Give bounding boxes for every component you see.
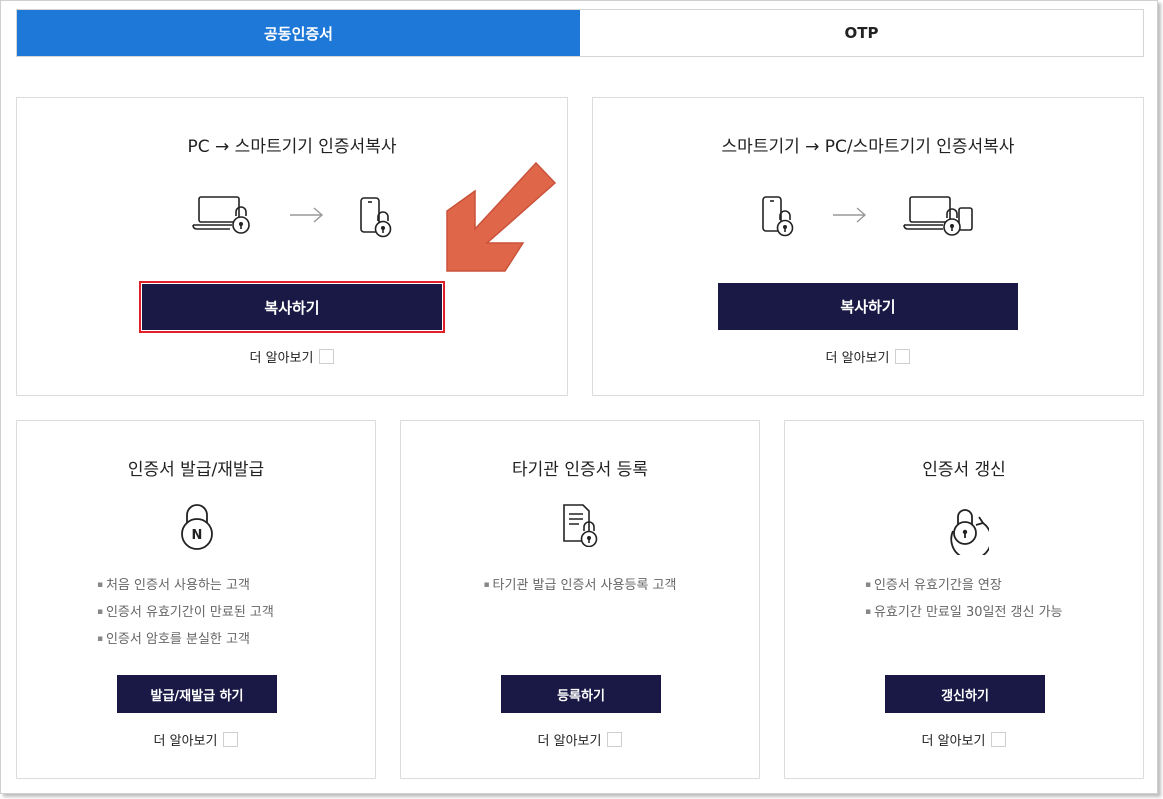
learn-more-link[interactable]: 더 알아보기 <box>401 730 759 749</box>
bullet-list: 타기관 발급 인증서 사용등록 고객 <box>401 572 759 599</box>
learn-more-box-icon <box>991 732 1007 747</box>
renew-lock-icon <box>950 509 989 555</box>
tab-otp[interactable]: OTP <box>580 10 1143 56</box>
laptop-lock-icon <box>192 196 250 234</box>
arrow-right-icon <box>290 207 324 223</box>
bullet-list: 인증서 유효기간을 연장 유효기간 만료일 30일전 갱신 가능 <box>785 572 1143 626</box>
copy-button[interactable]: 복사하기 <box>139 281 445 333</box>
bullet-item: 유효기간 만료일 30일전 갱신 가능 <box>865 599 1143 626</box>
phone-lock-icon <box>762 196 794 237</box>
svg-text:N: N <box>192 528 203 543</box>
learn-more-link[interactable]: 더 알아보기 <box>17 347 567 366</box>
renew-button[interactable]: 갱신하기 <box>885 675 1045 713</box>
bullet-list: 처음 인증서 사용하는 고객 인증서 유효기간이 만료된 고객 인증서 암호를 … <box>17 572 375 653</box>
tab-bar: 공동인증서 OTP <box>16 9 1144 57</box>
card-title: PC → 스마트기기 인증서복사 <box>187 137 397 157</box>
learn-more-label: 더 알아보기 <box>537 734 602 749</box>
bullet-item: 처음 인증서 사용하는 고객 <box>97 572 375 599</box>
learn-more-label: 더 알아보기 <box>249 351 314 366</box>
pointer-arrow-icon <box>446 161 557 272</box>
learn-more-link[interactable]: 더 알아보기 <box>785 730 1143 749</box>
card-title: 인증서 갱신 <box>922 460 1006 480</box>
document-lock-icon <box>563 504 598 547</box>
arrow-right-icon <box>833 207 867 223</box>
register-button[interactable]: 등록하기 <box>501 675 661 713</box>
page-frame: 공동인증서 OTP PC → 스마트기기 인증서복사 복사하기 더 알아보기 스… <box>0 0 1158 794</box>
card-title: 타기관 인증서 등록 <box>512 460 648 480</box>
learn-more-label: 더 알아보기 <box>153 734 218 749</box>
copy-button[interactable]: 복사하기 <box>718 283 1018 330</box>
bullet-item: 인증서 유효기간이 만료된 고객 <box>97 599 375 626</box>
learn-more-box-icon <box>319 349 335 364</box>
bullet-item: 타기관 발급 인증서 사용등록 고객 <box>401 572 759 599</box>
learn-more-box-icon <box>895 349 911 364</box>
card-title: 인증서 발급/재발급 <box>127 460 265 480</box>
learn-more-link[interactable]: 더 알아보기 <box>17 730 375 749</box>
bullet-item: 인증서 암호를 분실한 고객 <box>97 626 375 653</box>
learn-more-link[interactable]: 더 알아보기 <box>593 347 1143 366</box>
card-register: 타기관 인증서 등록 타기관 발급 인증서 사용등록 고객 등록하기 더 알아보… <box>400 420 760 779</box>
learn-more-box-icon <box>223 732 239 747</box>
issue-button[interactable]: 발급/재발급 하기 <box>117 675 277 713</box>
card-copy-mobile-to-pc: 스마트기기 → PC/스마트기기 인증서복사 복사하기 더 알아보기 <box>592 97 1144 396</box>
learn-more-label: 더 알아보기 <box>921 734 986 749</box>
card-title: 스마트기기 → PC/스마트기기 인증서복사 <box>721 137 1015 157</box>
tab-certificate[interactable]: 공동인증서 <box>17 10 580 56</box>
learn-more-box-icon <box>607 732 623 747</box>
laptop-phone-lock-icon <box>903 196 973 236</box>
padlock-n-icon: N <box>181 504 213 550</box>
card-issue: 인증서 발급/재발급 N 처음 인증서 사용하는 고객 인증서 유효기간이 만료… <box>16 420 376 779</box>
bullet-item: 인증서 유효기간을 연장 <box>865 572 1143 599</box>
learn-more-label: 더 알아보기 <box>825 351 890 366</box>
phone-lock-icon <box>360 197 392 238</box>
card-renew: 인증서 갱신 인증서 유효기간을 연장 유효기간 만료일 30일전 갱신 가능 … <box>784 420 1144 779</box>
